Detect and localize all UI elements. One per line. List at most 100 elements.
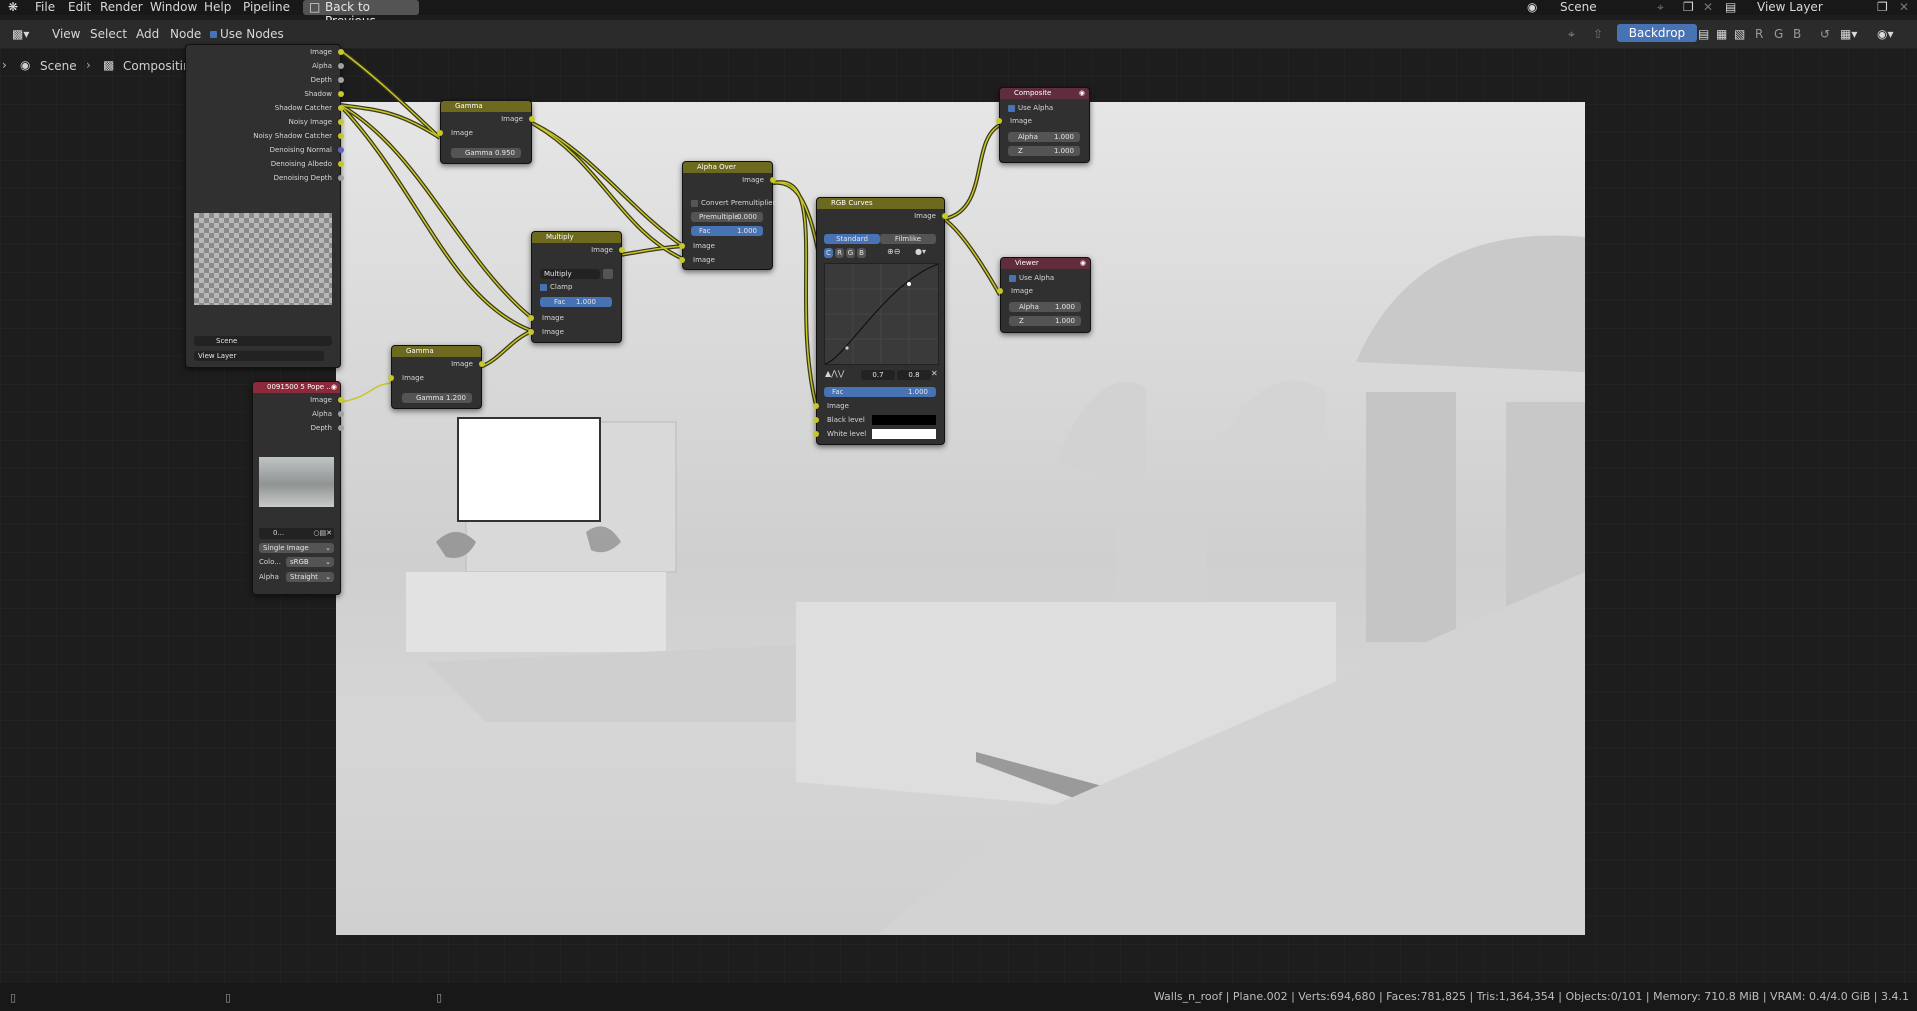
status-info: Walls_n_roof | Plane.002 | Verts:694,680… (1153, 990, 1909, 1003)
output-socket[interactable] (338, 133, 344, 139)
render-preview-thumbnail (194, 213, 332, 305)
output-socket[interactable] (338, 411, 344, 417)
render-layers-outputs: Image Alpha Depth Shadow Shadow Catcher … (186, 45, 344, 185)
output-socket-row: Depth (253, 421, 344, 435)
output-socket[interactable] (338, 91, 344, 97)
blend-mode-dropdown[interactable]: Multiply (540, 269, 600, 279)
output-socket[interactable] (338, 161, 344, 167)
use-alpha-icon[interactable] (603, 269, 613, 279)
input-socket-row: Image (528, 311, 621, 325)
node-header: Gamma (441, 101, 531, 112)
input-socket[interactable] (437, 130, 443, 136)
render-icon[interactable]: ◉ (1080, 258, 1086, 269)
output-socket[interactable] (338, 397, 344, 403)
input-socket-row: Image (996, 114, 1089, 128)
fac-field[interactable]: Fac 1.000 (691, 226, 763, 236)
fac-field[interactable]: Fac 1.000 (824, 387, 936, 397)
output-socket[interactable] (338, 77, 344, 83)
color-space-dropdown[interactable]: sRGB ⌄ (286, 557, 334, 567)
output-socket[interactable] (770, 177, 776, 183)
filmlike-tab[interactable]: Filmlike (880, 234, 936, 244)
input-socket[interactable] (996, 118, 1002, 124)
convert-premultiplied-checkbox[interactable]: Convert Premultiplied (691, 199, 777, 207)
input-socket[interactable] (528, 315, 534, 321)
channel-r-button[interactable]: R (835, 248, 844, 258)
output-socket[interactable] (338, 63, 344, 69)
image-datablock-selector[interactable]: 0... ○▤✕ (259, 528, 334, 539)
z-field[interactable]: Z 1.000 (1009, 316, 1081, 326)
node-header: 0091500 5 Pope ... ◉ (253, 382, 340, 393)
premultiplied-field[interactable]: Premultiple 0.000 (691, 212, 763, 222)
channel-c-button[interactable]: C (824, 248, 833, 258)
delete-point-icon[interactable]: ✕ (931, 369, 938, 378)
black-level-swatch[interactable] (872, 415, 936, 425)
output-socket-row: Image (253, 393, 344, 407)
curve-line (824, 263, 939, 365)
output-socket-row: Alpha (253, 407, 344, 421)
gamma-node-1[interactable]: Gamma Image Image Gamma 0.950 (437, 100, 535, 164)
input-socket[interactable] (813, 417, 819, 423)
gamma-node-2[interactable]: Gamma Image Image Gamma 1.200 (388, 345, 485, 409)
curve-tools-icon[interactable]: ●▾ (915, 247, 926, 256)
render-icon[interactable]: ◉ (1079, 88, 1085, 99)
output-socket-row: Denoising Normal (186, 143, 344, 157)
channel-b-button[interactable]: B (857, 248, 866, 258)
input-socket[interactable] (813, 431, 819, 437)
output-socket[interactable] (338, 49, 344, 55)
white-level-swatch[interactable] (872, 429, 936, 439)
channel-g-button[interactable]: G (846, 248, 855, 258)
zoom-icon[interactable]: ⊕⊖ (887, 247, 900, 256)
image-icon[interactable]: ◉ (331, 382, 337, 393)
output-socket[interactable] (942, 213, 948, 219)
output-socket[interactable] (338, 175, 344, 181)
image-actions-icon[interactable]: ○▤✕ (313, 528, 332, 539)
input-socket[interactable] (679, 243, 685, 249)
use-alpha-checkbox[interactable]: Use Alpha (1009, 274, 1054, 282)
gamma-value-field[interactable]: Gamma 1.200 (402, 393, 472, 403)
alpha-over-node[interactable]: Alpha Over Image Convert Premultiplied P… (679, 161, 777, 270)
output-socket-row: Denoising Depth (186, 171, 344, 185)
use-alpha-checkbox[interactable]: Use Alpha (1008, 104, 1053, 112)
handle-type-icon[interactable]: ▲⋀⋁ (825, 369, 844, 378)
output-socket[interactable] (338, 105, 344, 111)
input-socket-row: Image (437, 126, 531, 140)
clamp-checkbox[interactable]: Clamp (540, 283, 572, 291)
render-layers-node[interactable]: Image Alpha Depth Shadow Shadow Catcher … (185, 44, 344, 368)
composite-node[interactable]: Composite ◉ Use Alpha Image Alpha 1.000 Z1… (996, 87, 1090, 163)
input-socket-row: Image (679, 253, 772, 267)
point-x-field[interactable]: 0.7 (861, 370, 895, 380)
input-socket[interactable] (813, 403, 819, 409)
gamma-value-field[interactable]: Gamma 0.950 (451, 148, 521, 158)
alpha-field[interactable]: Alpha 1.000 (1009, 302, 1081, 312)
input-socket[interactable] (679, 257, 685, 263)
view-layer-field[interactable]: View Layer (194, 351, 324, 361)
z-field[interactable]: Z 1.000 (1008, 146, 1080, 156)
image-input-node[interactable]: 0091500 5 Pope ... ◉ Image Alpha Depth 0.… (252, 381, 344, 595)
point-y-field[interactable]: 0.8 (897, 370, 931, 380)
alpha-mode-dropdown[interactable]: Straight ⌄ (286, 572, 334, 582)
fac-field[interactable]: Fac 1.000 (540, 297, 612, 307)
multiply-node[interactable]: Multiply Image Multiply Clamp Fac 1.000 I… (528, 231, 625, 343)
node-header: Viewer ◉ (1001, 258, 1090, 269)
input-socket[interactable] (528, 329, 534, 335)
curve-graph[interactable] (824, 263, 939, 365)
scene-field[interactable]: Scene (194, 336, 332, 346)
rgb-curves-node[interactable]: RGB Curves Image Standard Filmlike C R G… (813, 197, 948, 445)
viewer-node[interactable]: Viewer ◉ Use Alpha Image Alpha 1.000 Z 1.00… (997, 257, 1091, 333)
output-socket[interactable] (619, 247, 625, 253)
standard-tab[interactable]: Standard (824, 234, 880, 244)
output-socket[interactable] (529, 116, 535, 122)
output-socket[interactable] (479, 361, 485, 367)
alpha-field[interactable]: Alpha 1.000 (1008, 132, 1080, 142)
source-dropdown[interactable]: Single Image ⌄ (259, 543, 334, 553)
color-space-label: Colo... (259, 558, 281, 566)
input-socket-row: Image (528, 325, 621, 339)
output-socket-row: Shadow (186, 87, 344, 101)
output-socket[interactable] (338, 147, 344, 153)
input-socket[interactable] (997, 288, 1003, 294)
input-socket[interactable] (388, 375, 394, 381)
chevron-down-icon: ⌄ (325, 573, 331, 581)
output-socket-row: Shadow Catcher (186, 101, 344, 115)
output-socket[interactable] (338, 119, 344, 125)
output-socket[interactable] (338, 425, 344, 431)
